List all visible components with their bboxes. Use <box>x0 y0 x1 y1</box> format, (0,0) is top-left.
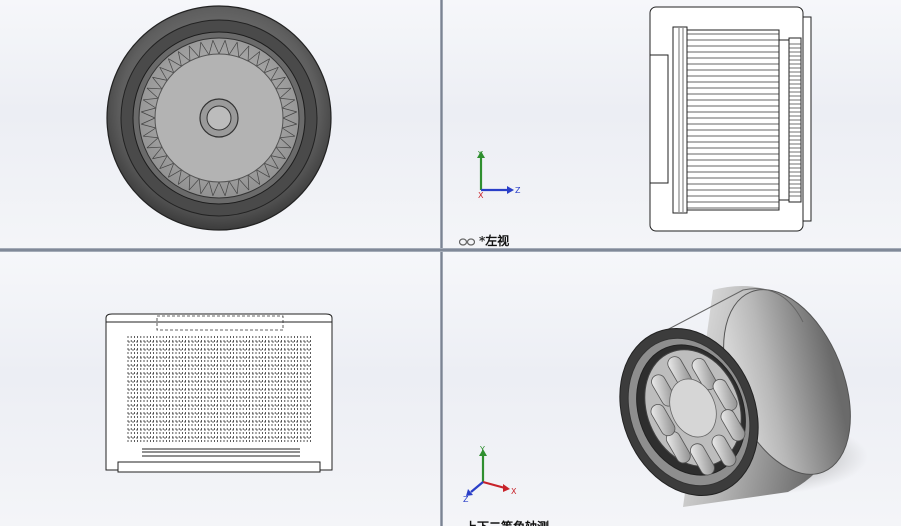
viewport-top[interactable] <box>0 252 440 526</box>
svg-text:Z: Z <box>515 186 521 195</box>
view-name-text: *左视 <box>479 234 510 248</box>
view-name-label-iso: 上下二等角轴测 <box>465 518 549 526</box>
viewport-isometric[interactable]: Y X Z 上下二等角轴测 <box>443 252 901 526</box>
svg-text:Z: Z <box>463 495 469 504</box>
svg-text:X: X <box>478 191 484 200</box>
svg-text:Y: Y <box>479 445 485 454</box>
view-name-label: *左视 <box>458 232 510 249</box>
svg-text:X: X <box>511 487 517 496</box>
viewport-front[interactable] <box>0 0 440 248</box>
axis-triad-iso: Y X Z <box>463 445 517 504</box>
svg-text:Y: Y <box>477 150 483 159</box>
bearing-front-view <box>106 5 332 231</box>
axis-triad: Y Z X <box>477 150 521 200</box>
bearing-top-view <box>105 313 333 473</box>
bearing-left-view <box>649 6 812 232</box>
viewport-left[interactable]: Y Z X *左视 <box>443 0 901 248</box>
glasses-icon <box>458 235 476 249</box>
